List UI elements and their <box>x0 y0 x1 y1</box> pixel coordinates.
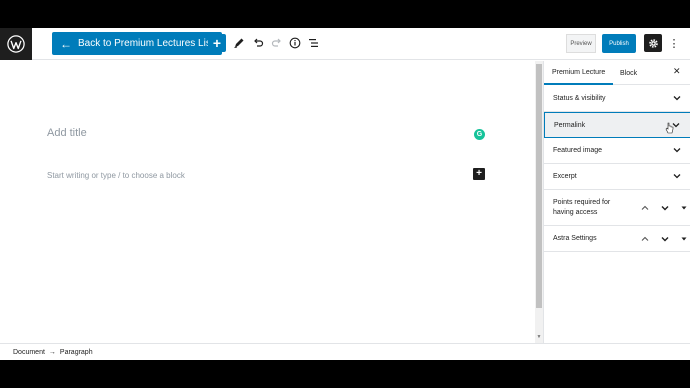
block-inserter-button[interactable]: + <box>473 168 485 180</box>
panel-excerpt[interactable]: Excerpt <box>544 164 690 190</box>
wordpress-logo-icon[interactable] <box>0 28 32 60</box>
more-options-button[interactable]: ⋮ <box>666 34 682 52</box>
back-to-list-button[interactable]: ← Back to Premium Lectures List <box>52 32 222 55</box>
move-down-icon[interactable] <box>661 235 669 243</box>
add-block-button[interactable]: + <box>208 34 226 52</box>
toggle-caret-icon[interactable] <box>681 205 687 211</box>
undo-button[interactable] <box>250 35 266 51</box>
settings-button[interactable] <box>644 34 662 52</box>
panel-label: Featured image <box>553 147 603 154</box>
block-breadcrumb: Document → Paragraph <box>0 343 690 360</box>
panel-astra-settings[interactable]: Astra Settings <box>544 226 690 252</box>
mouse-cursor-icon <box>665 122 674 134</box>
block-navigation-button[interactable] <box>306 35 322 51</box>
list-view-icon <box>309 39 318 47</box>
tab-block[interactable]: Block <box>620 61 637 85</box>
panel-controls <box>641 204 687 212</box>
details-button[interactable] <box>287 35 303 51</box>
back-button-label: Back to Premium Lectures List <box>78 38 214 49</box>
redo-icon <box>271 38 281 47</box>
editor-frame: ← Back to Premium Lectures List + Previe… <box>0 28 690 360</box>
undo-icon <box>254 38 264 47</box>
chevron-down-icon <box>673 96 681 101</box>
tab-premium-lecture[interactable]: Premium Lecture <box>544 61 614 85</box>
sidebar-tabs: Premium Lecture Block ✕ <box>544 61 690 85</box>
panel-status-visibility[interactable]: Status & visibility <box>544 86 690 112</box>
toggle-caret-icon[interactable] <box>681 236 687 242</box>
breadcrumb-document[interactable]: Document <box>13 349 45 356</box>
breadcrumb-separator: → <box>48 348 56 356</box>
panel-label: Astra Settings <box>553 235 597 242</box>
editor-canvas[interactable]: Add title G Start writing or type / to c… <box>0 61 535 343</box>
panel-featured-image[interactable]: Featured image <box>544 138 690 164</box>
preview-button[interactable]: Preview <box>566 34 596 53</box>
panel-label: Excerpt <box>553 173 577 180</box>
breadcrumb-paragraph[interactable]: Paragraph <box>60 349 93 356</box>
publish-button[interactable]: Publish <box>602 34 636 53</box>
plus-icon: + <box>476 168 482 179</box>
panel-controls <box>641 235 687 243</box>
move-up-icon[interactable] <box>641 235 649 243</box>
pencil-icon <box>234 38 244 48</box>
grammarly-icon[interactable]: G <box>474 129 485 140</box>
scroll-down-arrow-icon[interactable]: ▼ <box>536 334 542 340</box>
info-icon <box>289 37 301 49</box>
scrollbar-thumb[interactable] <box>536 64 542 308</box>
close-sidebar-icon[interactable]: ✕ <box>673 66 681 77</box>
panel-label: Permalink <box>554 121 586 129</box>
top-toolbar: ← Back to Premium Lectures List + Previe… <box>0 28 690 60</box>
settings-sidebar: Premium Lecture Block ✕ Status & visibil… <box>543 61 690 343</box>
panel-label: Status & visibility <box>553 95 606 102</box>
panel-points-required[interactable]: Points required for having access <box>544 190 690 226</box>
redo-button[interactable] <box>269 35 285 51</box>
panel-label: Points required for having access <box>553 198 611 216</box>
chevron-down-icon <box>673 174 681 179</box>
panel-permalink[interactable]: Permalink <box>544 112 690 138</box>
paragraph-block-placeholder[interactable]: Start writing or type / to choose a bloc… <box>47 171 185 180</box>
gear-icon <box>648 38 658 48</box>
vertical-ellipsis-icon: ⋮ <box>668 37 680 50</box>
move-down-icon[interactable] <box>661 204 669 212</box>
plus-icon: + <box>212 35 222 51</box>
chevron-down-icon <box>673 148 681 153</box>
arrow-left-icon: ← <box>60 36 72 51</box>
tools-pencil-button[interactable] <box>231 35 247 51</box>
post-title-placeholder[interactable]: Add title <box>47 127 87 139</box>
move-up-icon[interactable] <box>641 204 649 212</box>
